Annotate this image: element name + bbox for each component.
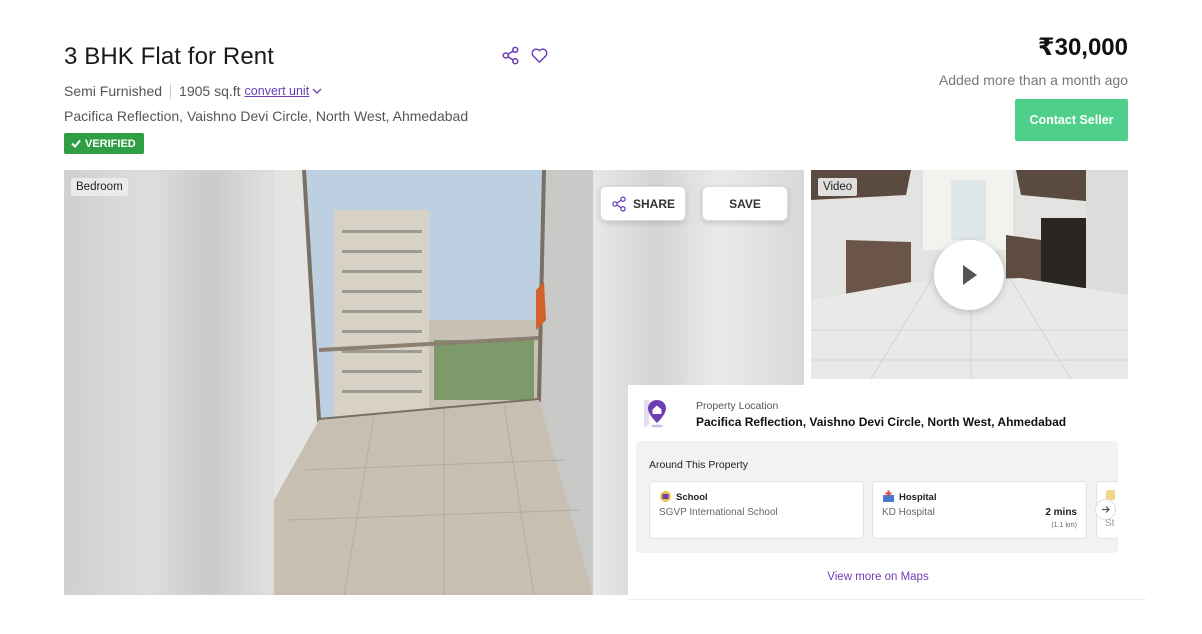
title-actions <box>501 46 549 65</box>
listing-title: 3 BHK Flat for Rent <box>64 43 274 70</box>
place-card-school[interactable]: School SGVP International School <box>649 481 864 539</box>
price: ₹30,000 <box>1037 34 1128 61</box>
convert-unit-link[interactable]: convert unit <box>245 84 323 98</box>
around-property: Around This Property School SGVP Interna… <box>636 441 1118 553</box>
area: 1905 sq.ft <box>179 83 241 99</box>
place-type: Hospital <box>899 492 937 503</box>
place-card-hospital[interactable]: Hospital KD Hospital 2 mins (1.1 km) <box>872 481 1087 539</box>
contact-seller-button[interactable]: Contact Seller <box>1015 99 1128 141</box>
photo-tag-bedroom: Bedroom <box>71 178 128 196</box>
play-button[interactable] <box>934 240 1004 310</box>
location-value: Pacifica Reflection, Vaishno Devi Circle… <box>696 415 1067 429</box>
view-more-maps-link[interactable]: View more on Maps <box>628 571 1128 583</box>
listing-meta: Semi Furnished 1905 sq.ft convert unit <box>64 83 322 99</box>
added-time: Added more than a month ago <box>938 72 1128 88</box>
share-label: SHARE <box>632 196 675 211</box>
heart-icon[interactable] <box>530 46 549 65</box>
furnishing: Semi Furnished <box>64 83 163 99</box>
places-next-button[interactable] <box>1095 499 1116 520</box>
video-tag: Video <box>818 178 858 196</box>
listing-address: Pacifica Reflection, Vaishno Devi Circle… <box>64 108 469 124</box>
divider <box>170 83 172 99</box>
share-icon[interactable] <box>501 46 520 65</box>
school-icon <box>659 490 672 503</box>
place-name: SGVP International School <box>659 507 778 518</box>
place-type: School <box>676 492 708 503</box>
property-location-card: Property Location Pacifica Reflection, V… <box>628 385 1146 600</box>
verified-label: VERIFIED <box>85 137 136 150</box>
verified-badge: VERIFIED <box>64 133 144 154</box>
play-icon <box>963 265 977 285</box>
check-icon <box>71 139 81 148</box>
travel-time: 2 mins <box>1045 507 1077 518</box>
convert-unit-label: convert unit <box>244 84 310 98</box>
save-button[interactable]: SAVE <box>702 186 788 221</box>
travel-distance: (1.1 km) <box>1051 522 1077 529</box>
around-title: Around This Property <box>649 459 749 471</box>
hospital-icon <box>882 490 895 503</box>
chevron-down-icon <box>312 88 322 94</box>
location-pin-icon <box>640 395 674 429</box>
video-thumbnail[interactable] <box>811 170 1128 379</box>
bedroom-photo <box>274 170 593 595</box>
chevron-right-icon <box>1102 506 1110 513</box>
place-name: KD Hospital <box>882 507 935 518</box>
share-button[interactable]: SHARE <box>600 186 686 221</box>
photo-blur-left <box>64 170 274 595</box>
share-icon <box>612 195 626 212</box>
location-label: Property Location <box>696 400 779 412</box>
